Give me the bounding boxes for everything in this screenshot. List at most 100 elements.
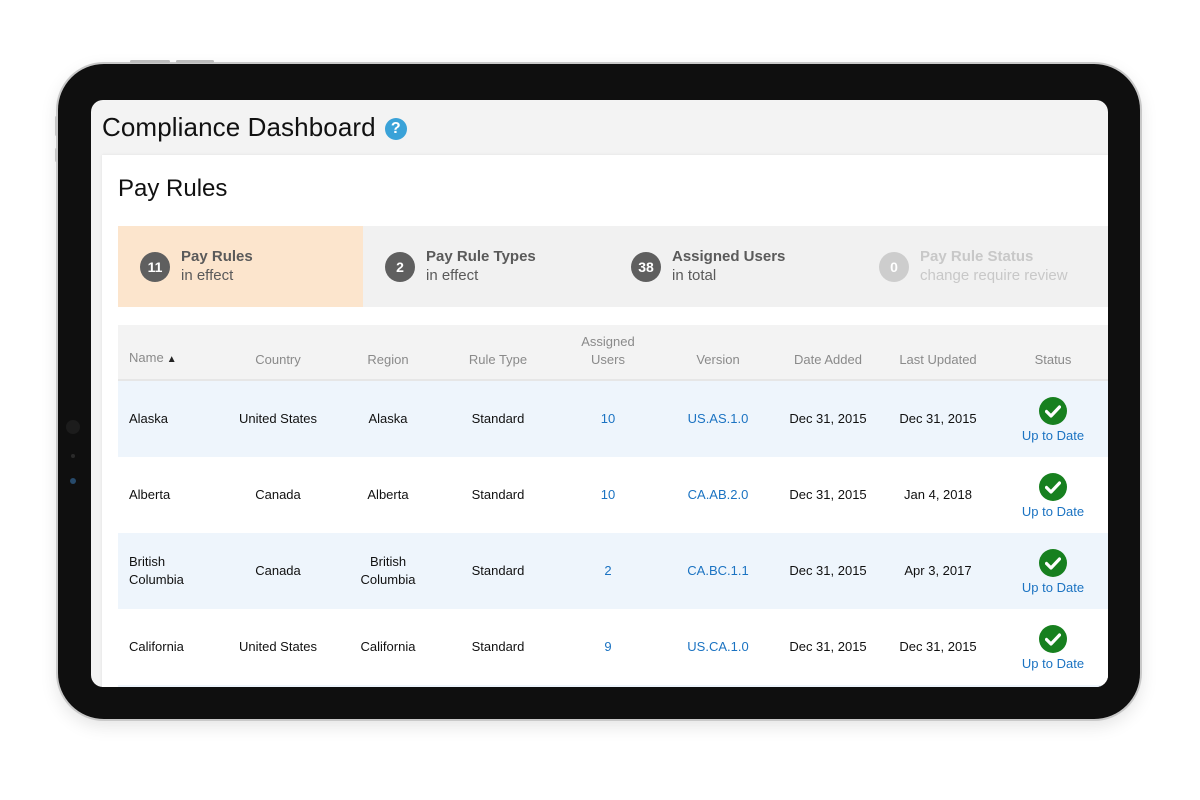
side-button: [55, 116, 58, 136]
status-link[interactable]: Up to Date: [998, 579, 1108, 597]
header-country[interactable]: Country: [218, 325, 338, 381]
tile-pay-rule-types[interactable]: 2 Pay Rule Types in effect: [363, 226, 609, 307]
check-circle-icon: [1039, 473, 1067, 501]
status-link[interactable]: Up to Date: [998, 655, 1108, 673]
check-circle-icon: [1039, 625, 1067, 653]
summary-tiles: 11 Pay Rules in effect 2 Pay Rule Types …: [118, 226, 1108, 307]
table-row[interactable]: Georgia: [118, 685, 1108, 687]
header-last-updated[interactable]: Last Updated: [878, 325, 998, 381]
section-title: Pay Rules: [118, 175, 228, 202]
table-row[interactable]: Alaska United States Alaska Standard 10 US.AS…: [118, 380, 1108, 457]
cell-status: Up to Date: [998, 609, 1108, 685]
cell-date-added: Dec 31, 2015: [789, 411, 867, 426]
cell-region: Alberta: [367, 487, 409, 502]
tile-sublabel: in effect: [181, 267, 234, 284]
cell-name: California: [129, 639, 184, 654]
cell-last-updated: Dec 31, 2015: [899, 411, 977, 426]
assigned-users-link[interactable]: 9: [604, 639, 611, 654]
help-icon[interactable]: ?: [384, 117, 407, 140]
table-row[interactable]: California United States California Standar…: [118, 609, 1108, 685]
cell-version: CA.AB.2.0: [658, 457, 778, 533]
tile-pay-rules[interactable]: 11 Pay Rules in effect: [118, 226, 363, 307]
sensor-dot: [70, 478, 76, 484]
cell-name: Georgia: [118, 685, 218, 687]
table-row[interactable]: Alberta Canada Alberta Standard 10 CA.AB.2.0 D…: [118, 457, 1108, 533]
cell-status: Up to Date: [998, 380, 1108, 457]
tile-pay-rule-status: 0 Pay Rule Status change require review: [857, 226, 1103, 307]
cell-name: Alaska: [129, 411, 169, 426]
cell-status: Up to Date: [998, 457, 1108, 533]
cell-date-added: Dec 31, 2015: [789, 487, 867, 502]
tile-label: Assigned Users: [672, 248, 786, 265]
status-link[interactable]: Up to Date: [998, 427, 1108, 445]
cell-assigned-users: [558, 685, 658, 687]
cell-name: British Columbia: [129, 554, 184, 587]
assigned-users-link[interactable]: 2: [604, 563, 611, 578]
tile-assigned-users[interactable]: 38 Assigned Users in total: [609, 226, 857, 307]
cell-assigned-users: 10: [558, 457, 658, 533]
cell-rule-type: Standard: [471, 639, 525, 654]
version-link[interactable]: US.AS.1.0: [688, 411, 749, 426]
version-link[interactable]: US.CA.1.0: [687, 639, 748, 654]
tile-sublabel: in effect: [426, 267, 479, 284]
tile-sublabel: in total: [672, 267, 717, 284]
count-badge: 2: [385, 251, 415, 282]
app-header: Compliance Dashboard ?: [91, 100, 1108, 155]
cell-status: Up to Date: [998, 533, 1108, 609]
cell-country: Canada: [255, 563, 301, 578]
cell-date-added: Dec 31, 2015: [789, 563, 867, 578]
count-badge: 0: [879, 251, 909, 282]
count-badge: 38: [631, 251, 661, 282]
cell-rule-type: Standard: [471, 411, 525, 426]
cell-region: Alaska: [368, 411, 408, 426]
header-name[interactable]: Name ▲: [118, 325, 218, 381]
cell-last-updated: Apr 3, 2017: [904, 563, 972, 578]
pay-rules-table: Name ▲ Country Region Rule Type Assigned U…: [118, 325, 1108, 687]
tile-label: Pay Rule Types: [426, 248, 536, 265]
cell-version: US.AS.1.0: [658, 380, 778, 457]
table-row[interactable]: British Columbia Canada British Columbia St…: [118, 533, 1108, 609]
assigned-users-link[interactable]: 10: [601, 411, 615, 426]
cell-region: [338, 685, 438, 687]
volume-button: [130, 60, 170, 63]
cell-name: Alberta: [129, 487, 171, 502]
cell-version: US.CA.1.0: [658, 609, 778, 685]
camera-icon: [66, 420, 80, 434]
status-link[interactable]: Up to Date: [998, 503, 1108, 521]
cell-rule-type: Standard: [471, 563, 525, 578]
header-rule-type[interactable]: Rule Type: [438, 325, 558, 381]
header-version[interactable]: Version: [658, 325, 778, 381]
header-region[interactable]: Region: [338, 325, 438, 381]
header-date-added[interactable]: Date Added: [778, 325, 878, 381]
cell-region: California: [360, 639, 416, 654]
tile-label: Pay Rules: [181, 248, 253, 265]
cell-country: Canada: [255, 487, 301, 502]
page-title: Compliance Dashboard: [102, 112, 376, 142]
cell-date-added: [778, 685, 878, 687]
cell-date-added: Dec 31, 2015: [789, 639, 867, 654]
cell-status: [998, 685, 1108, 687]
cell-last-updated: Dec 31, 2015: [899, 639, 977, 654]
cell-version: CA.BC.1.1: [658, 533, 778, 609]
tile-sublabel: change require review: [920, 267, 1068, 284]
cell-assigned-users: 2: [558, 533, 658, 609]
version-link[interactable]: CA.BC.1.1: [687, 563, 748, 578]
table-header-row: Name ▲ Country Region Rule Type Assigned U…: [118, 325, 1108, 381]
cell-last-updated: [878, 685, 998, 687]
pay-rules-card: Pay Rules 11 Pay Rules in effect 2 Pay R…: [102, 155, 1108, 687]
volume-button: [176, 60, 214, 63]
header-assigned-users[interactable]: Assigned Users: [558, 325, 658, 381]
tile-label: Pay Rule Status: [920, 248, 1034, 265]
cell-rule-type: [438, 685, 558, 687]
check-circle-icon: [1039, 549, 1067, 577]
header-status[interactable]: Status: [998, 325, 1108, 381]
version-link[interactable]: CA.AB.2.0: [688, 487, 749, 502]
sensor-dot: [71, 454, 75, 458]
check-circle-icon: [1039, 397, 1067, 425]
header-label: Assigned: [581, 334, 635, 349]
cell-rule-type: Standard: [471, 487, 525, 502]
cell-country: United States: [238, 639, 318, 654]
screen: Compliance Dashboard ? Pay Rules 11 Pay …: [91, 100, 1108, 687]
assigned-users-link[interactable]: 10: [601, 487, 615, 502]
cell-last-updated: Jan 4, 2018: [904, 487, 972, 502]
